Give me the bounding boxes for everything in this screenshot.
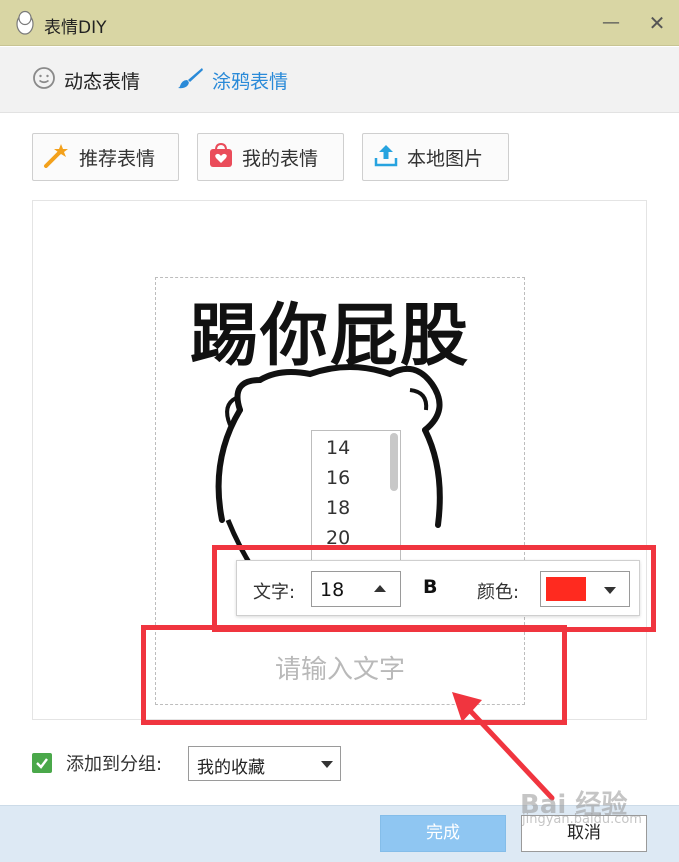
tab-doodle-emoji[interactable]: 涂鸦表情 — [176, 65, 288, 95]
tab-label: 涂鸦表情 — [212, 70, 289, 93]
add-to-group-label: 添加到分组: — [66, 754, 163, 775]
tab-label: 动态表情 — [64, 70, 141, 93]
minimize-button[interactable]: — — [600, 12, 622, 34]
button-label: 本地图片 — [407, 147, 484, 170]
window-title: 表情DIY — [44, 18, 107, 38]
done-button[interactable]: 完成 — [380, 815, 506, 852]
qq-penguin-icon — [14, 10, 36, 36]
highlight-format-toolbar — [212, 545, 656, 632]
font-size-option[interactable]: 18 — [326, 497, 350, 519]
chevron-down-icon — [321, 761, 333, 768]
dropdown-scrollbar[interactable] — [390, 433, 398, 491]
smiley-icon — [32, 66, 64, 95]
tab-dynamic-emoji[interactable]: 动态表情 — [32, 65, 140, 95]
magic-wand-icon — [43, 142, 79, 173]
group-select[interactable]: 我的收藏 — [188, 746, 341, 781]
local-image-button[interactable]: 本地图片 — [362, 133, 509, 181]
recommend-emoji-button[interactable]: 推荐表情 — [32, 133, 179, 181]
font-size-dropdown-list[interactable]: 14 16 18 20 22 — [311, 430, 401, 564]
font-size-option[interactable]: 16 — [326, 467, 350, 489]
add-to-group-row: 添加到分组: — [32, 745, 162, 781]
title-bar: 表情DIY — ✕ — [0, 0, 679, 46]
upload-icon — [373, 142, 407, 173]
close-button[interactable]: ✕ — [646, 12, 668, 34]
mode-tabs: 动态表情 涂鸦表情 — [0, 47, 679, 113]
watermark-url: jingyan.baidu.com — [522, 812, 642, 827]
heart-bag-icon — [208, 142, 242, 173]
button-label: 推荐表情 — [79, 147, 156, 170]
brush-icon — [176, 66, 212, 95]
add-to-group-checkbox[interactable] — [32, 753, 52, 773]
group-selected-value: 我的收藏 — [197, 758, 265, 778]
button-label: 我的表情 — [242, 147, 319, 170]
font-size-option[interactable]: 14 — [326, 437, 350, 459]
my-emoji-button[interactable]: 我的表情 — [197, 133, 344, 181]
